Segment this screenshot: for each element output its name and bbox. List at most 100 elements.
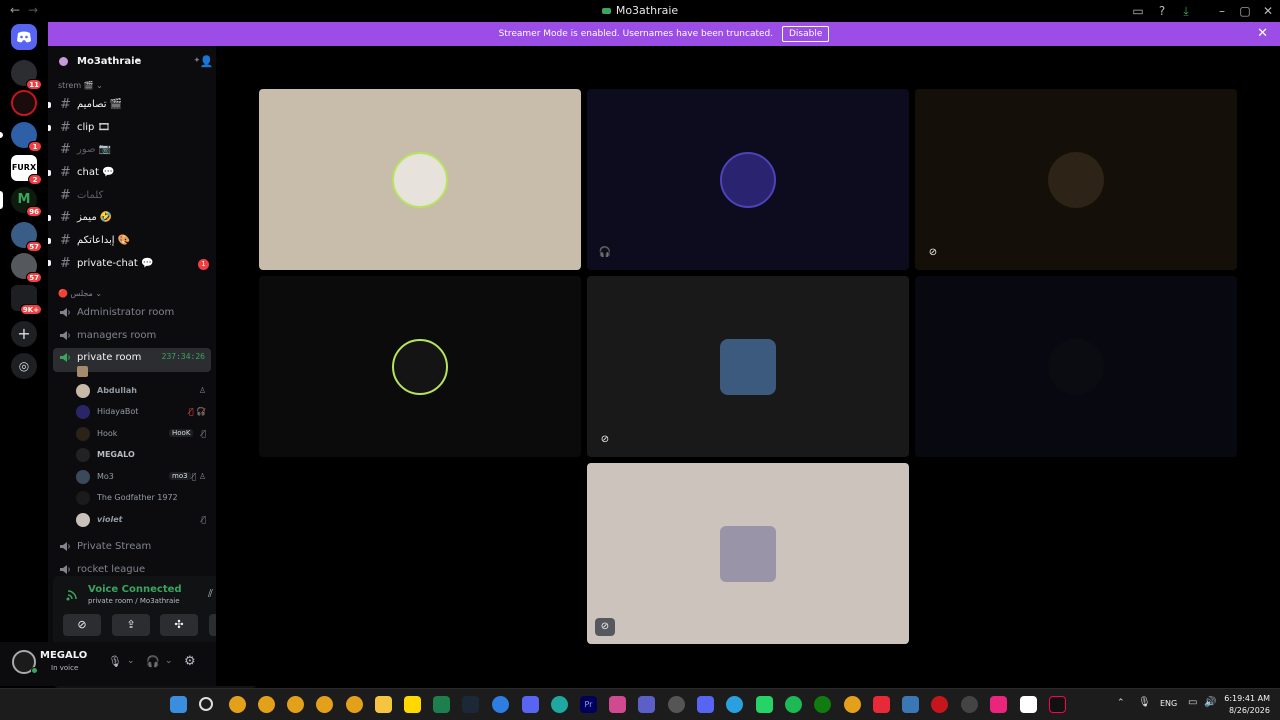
muted-icon: ⊘ (928, 247, 938, 258)
language-indicator[interactable]: ENG (1160, 699, 1177, 708)
server-icon-2[interactable] (11, 90, 37, 116)
app-icon[interactable] (961, 696, 978, 713)
server-icon-7[interactable]: 57 (11, 253, 42, 283)
participant-tile[interactable] (915, 276, 1237, 457)
whatsapp-icon[interactable] (756, 696, 773, 713)
channel-private-chat[interactable]: # private-chat 💬 1 (53, 254, 211, 274)
minimize-icon[interactable]: – (1214, 3, 1230, 19)
app-icon[interactable] (668, 696, 685, 713)
microphone-tray-icon[interactable]: 🎙 (1138, 697, 1151, 708)
participant-tile[interactable]: ⊘ (587, 276, 909, 457)
tiktok-icon[interactable] (1049, 696, 1066, 713)
server-folder-icon[interactable]: 9K+ (11, 285, 42, 315)
hash-icon: # (60, 142, 71, 157)
chrome-icon[interactable] (229, 696, 246, 713)
premiere-icon[interactable]: Pr (580, 696, 597, 713)
participant-tile[interactable]: ⊘ (587, 463, 909, 644)
server-icon-1[interactable]: 11 (11, 60, 42, 90)
category-council[interactable]: 🔴 مجلس ⌄ (58, 289, 102, 298)
channel-designs[interactable]: # تصاميم 🎬 (53, 95, 211, 115)
channel-photos[interactable]: # صور 📷 (53, 140, 211, 160)
app-icon[interactable] (697, 696, 714, 713)
chevron-down-icon[interactable]: ⌄ (127, 656, 135, 666)
chrome-icon[interactable] (258, 696, 275, 713)
spotify-icon[interactable] (785, 696, 802, 713)
file-explorer-icon[interactable] (375, 696, 392, 713)
category-streams[interactable]: strem 🎬 ⌄ (58, 81, 103, 90)
app-icon[interactable] (931, 696, 948, 713)
capcut-icon[interactable] (1020, 696, 1037, 713)
chrome-icon[interactable] (844, 696, 861, 713)
discord-taskbar-icon[interactable] (522, 696, 539, 713)
participant-tile[interactable] (259, 89, 581, 270)
help-icon[interactable]: ? (1154, 3, 1170, 19)
search-icon[interactable] (199, 697, 213, 711)
windows-start-icon[interactable] (170, 696, 187, 713)
app-icon[interactable] (990, 696, 1007, 713)
voice-status: Voice Connected (88, 584, 182, 595)
voice-member[interactable]: Abdullah ♙ (76, 381, 210, 401)
server-icon-3[interactable]: 1 (0, 122, 42, 152)
server-icon-6[interactable]: 57 (11, 222, 42, 252)
voice-member[interactable]: The Godfather 1972 (76, 488, 210, 508)
participant-avatar (392, 152, 448, 208)
voice-location[interactable]: private room / Mo3athraie (88, 597, 180, 605)
participant-tile[interactable]: ⊘ (915, 89, 1237, 270)
voice-channel-administrator[interactable]: Administrator room (53, 303, 211, 323)
server-icon-furx[interactable]: FURX 2 (11, 155, 42, 185)
voice-channel-managers[interactable]: managers room (53, 326, 211, 346)
excel-icon[interactable] (433, 696, 450, 713)
chrome-icon[interactable] (346, 696, 363, 713)
voice-channel-private-stream[interactable]: Private Stream (53, 537, 211, 557)
participant-tile[interactable] (259, 276, 581, 457)
add-server-icon[interactable]: + (11, 321, 37, 347)
chrome-icon[interactable] (287, 696, 304, 713)
chevron-up-icon[interactable]: ⌃ (1117, 698, 1125, 708)
channel-chat[interactable]: # chat 💬 (53, 163, 211, 183)
chevron-down-icon[interactable]: ⌄ (165, 656, 173, 666)
system-clock[interactable]: 6:19:41 AM 8/26/2026 (1224, 693, 1270, 717)
noise-suppression-icon[interactable]: ⫽ (208, 587, 213, 601)
user-status: In voice (51, 664, 79, 672)
channel-words[interactable]: # كلمات (53, 186, 211, 206)
app-icon[interactable] (404, 696, 421, 713)
settings-gear-icon[interactable]: ⚙ (184, 654, 196, 669)
volume-icon[interactable]: 🔊 (1204, 697, 1216, 708)
edge-icon[interactable] (551, 696, 568, 713)
download-icon[interactable]: ⤓ (1178, 3, 1194, 19)
microphone-icon[interactable]: 🎙 (108, 655, 122, 668)
voice-member[interactable]: violet 🎙̸ (76, 510, 210, 530)
app-icon[interactable] (902, 696, 919, 713)
voice-member[interactable]: MEGALO (76, 445, 210, 465)
channel-clip[interactable]: # clip 🎞 (53, 118, 211, 138)
channel-memes[interactable]: # ميمز 🤣 (53, 208, 211, 228)
discord-home-icon[interactable] (11, 24, 37, 50)
discover-compass-icon[interactable]: ◎ (11, 353, 37, 379)
telegram-icon[interactable] (726, 696, 743, 713)
disable-streamer-mode-button[interactable]: Disable (781, 26, 830, 42)
steam-icon[interactable] (462, 696, 479, 713)
xbox-icon[interactable] (814, 696, 831, 713)
server-header[interactable]: Mo3athraie ⌄ ⁺👤 (48, 46, 216, 78)
add-member-icon[interactable]: ⁺👤 (194, 55, 214, 68)
server-icon-5[interactable]: M 96 (0, 187, 42, 217)
camera-off-button[interactable]: ⊘ (63, 614, 101, 636)
inbox-icon[interactable]: ▭ (1130, 3, 1146, 19)
participant-tile[interactable]: 🎧 (587, 89, 909, 270)
server-badge: 96 (26, 206, 42, 217)
network-icon[interactable]: ▭ (1188, 697, 1197, 708)
app-icon[interactable] (492, 696, 509, 713)
headphones-icon[interactable]: 🎧 (146, 655, 160, 668)
app-icon[interactable] (873, 696, 890, 713)
channel-creations[interactable]: # إبداعاتكم 🎨 (53, 231, 211, 251)
signal-icon[interactable] (64, 587, 80, 603)
close-window-icon[interactable]: ✕ (1260, 3, 1276, 19)
teams-icon[interactable] (638, 696, 655, 713)
close-banner-icon[interactable]: ✕ (1257, 22, 1268, 46)
share-screen-button[interactable]: ⇪ (112, 614, 150, 636)
maximize-icon[interactable]: ▢ (1237, 3, 1253, 19)
chrome-icon[interactable] (316, 696, 333, 713)
voice-member[interactable]: HidayaBot 🎙̸ 🎧̸ (76, 402, 210, 422)
app-icon[interactable] (609, 696, 626, 713)
activities-button[interactable]: ✣ (160, 614, 198, 636)
